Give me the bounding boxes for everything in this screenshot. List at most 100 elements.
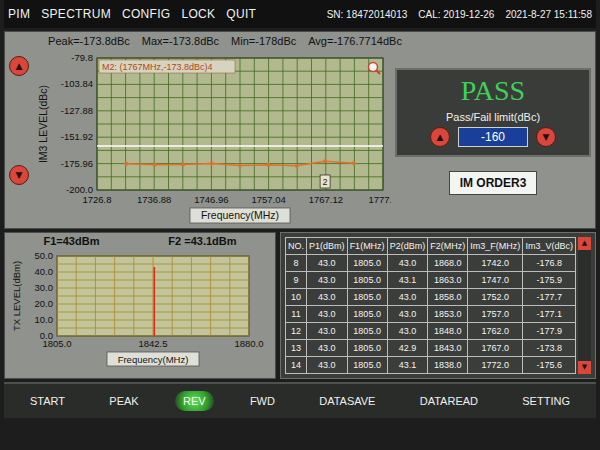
- table-row[interactable]: 843.01805.043.01868.01742.0-176.8: [286, 255, 576, 272]
- tx-panel: F1=43dBmF2 =43.1dBmTX LEVEL(dBm)50.040.0…: [4, 232, 276, 379]
- limit-label: Pass/Fail limit(dBc): [446, 111, 540, 123]
- scale-up-button[interactable]: ▲: [9, 56, 29, 76]
- table-cell: 1848.0: [428, 323, 468, 340]
- table-row[interactable]: 1343.01805.042.91843.01767.0-173.8: [286, 340, 576, 357]
- table-row[interactable]: 1043.01805.043.01858.01752.0-177.7: [286, 289, 576, 306]
- table-row[interactable]: 1243.01805.043.01848.01762.0-177.9: [286, 323, 576, 340]
- table-cell: 43.1: [387, 272, 428, 289]
- table-cell: 10: [286, 289, 307, 306]
- toolbar-button[interactable]: PEAK: [101, 391, 146, 411]
- pim-analyzer-screen: PIM SPECTRUM CONFIG LOCK QUIT SN: 18472014013…: [0, 0, 600, 450]
- x-tick: 1767.12: [309, 194, 343, 205]
- tx-carrier-bar: [154, 267, 156, 336]
- plot-area: [57, 256, 249, 336]
- x-tick: 1880.0: [234, 338, 263, 349]
- table-cell: 1772.0: [468, 357, 523, 374]
- table-cell: 11: [286, 306, 307, 323]
- scale-down-button[interactable]: ▼: [9, 165, 29, 185]
- toolbar-button[interactable]: SETTING: [514, 391, 578, 411]
- marker-badge[interactable]: [320, 175, 330, 188]
- grid-line: [97, 150, 383, 151]
- grid-line: [97, 84, 383, 85]
- table-header: NO.P1(dBm)F1(MHz)P2(dBm)F2(MHz)Im3_F(MHz…: [286, 238, 576, 255]
- table-cell: -175.9: [523, 272, 576, 289]
- menu-item[interactable]: PIM: [8, 7, 30, 21]
- table-cell: 8: [286, 255, 307, 272]
- table-cell: 43.0: [387, 306, 428, 323]
- grid-line: [97, 176, 383, 177]
- im-order-button[interactable]: IM ORDER3: [449, 171, 538, 195]
- table-cell: -176.8: [523, 255, 576, 272]
- limit-field[interactable]: -160: [458, 127, 528, 147]
- scroll-up-button[interactable]: ▲: [578, 237, 591, 250]
- f2-power: F2 =43.1dBm: [168, 235, 236, 250]
- table-row[interactable]: 943.01805.043.11863.01747.0-175.9: [286, 272, 576, 289]
- toolbar-button[interactable]: FWD: [242, 391, 283, 411]
- column-header: F1(MHz): [347, 238, 387, 255]
- table-cell: 43.0: [387, 323, 428, 340]
- table-scrollbar[interactable]: ▲▼: [578, 237, 591, 374]
- grid-line: [57, 336, 249, 337]
- table-row[interactable]: 1143.01805.043.01853.01757.0-177.1: [286, 306, 576, 323]
- table-cell: -173.8: [523, 340, 576, 357]
- scroll-down-button[interactable]: ▼: [578, 361, 591, 374]
- y-tick: 30.0: [35, 282, 54, 293]
- y-tick: -127.88: [61, 105, 93, 116]
- x-tick: 1726.8: [82, 194, 111, 205]
- grid-line: [97, 190, 383, 191]
- toolbar-button[interactable]: REV: [175, 391, 214, 411]
- x-tick: 1842.5: [138, 338, 167, 349]
- scroll-track[interactable]: [578, 250, 591, 361]
- table-cell: 1805.0: [347, 272, 387, 289]
- grid-line: [57, 296, 249, 297]
- limit-up-button[interactable]: ▲: [430, 127, 450, 147]
- table-cell: 1805.0: [347, 323, 387, 340]
- y-tick: -151.92: [61, 131, 93, 142]
- grid-line: [57, 280, 249, 281]
- x-tick: 1777.2: [368, 194, 391, 205]
- limit-down-button[interactable]: ▼: [536, 127, 556, 147]
- grid-line: [97, 58, 383, 59]
- x-axis-label-box: [190, 208, 290, 223]
- column-header: Im3_F(MHz): [468, 238, 523, 255]
- table-row[interactable]: 1443.01805.043.11838.01772.0-175.6: [286, 357, 576, 374]
- table-cell: 43.0: [307, 323, 348, 340]
- grid-line: [97, 137, 383, 138]
- table-cell: 1853.0: [428, 306, 468, 323]
- table-cell: 1863.0: [428, 272, 468, 289]
- toolbar-button[interactable]: DATAREAD: [412, 391, 486, 411]
- im3-chart: IM3 LEVEL(dBc)-79.8-103.84-127.88-151.92…: [35, 50, 391, 225]
- limit-line: [97, 145, 383, 147]
- menu-item[interactable]: LOCK: [181, 7, 215, 21]
- im3-point: [153, 163, 157, 167]
- menu-item[interactable]: QUIT: [226, 7, 256, 21]
- stats-line: Peak=-173.8dBcMax=-173.8dBcMin=-178dBcAv…: [9, 35, 591, 50]
- zoom-icon[interactable]: [369, 63, 381, 75]
- table-cell: 43.0: [307, 357, 348, 374]
- stat-value: Avg=-176.7714dBc: [308, 35, 402, 50]
- serial-number: SN: 18472014013: [327, 9, 408, 20]
- grid-line: [57, 256, 249, 257]
- table-cell: -177.9: [523, 323, 576, 340]
- y-tick: 20.0: [35, 298, 54, 309]
- menu-item[interactable]: SPECTRUM: [41, 7, 111, 21]
- toolbar-button[interactable]: DATASAVE: [311, 391, 383, 411]
- x-tick: 1805.0: [42, 338, 71, 349]
- table-cell: 1762.0: [468, 323, 523, 340]
- plot-area: [97, 58, 383, 190]
- table-cell: 43.0: [307, 340, 348, 357]
- grid-line: [57, 272, 249, 273]
- table-cell: 1742.0: [468, 255, 523, 272]
- menu-item[interactable]: CONFIG: [122, 7, 170, 21]
- table-cell: 1838.0: [428, 357, 468, 374]
- table-cell: 12: [286, 323, 307, 340]
- table-cell: 43.0: [387, 255, 428, 272]
- y-tick: -175.96: [61, 158, 93, 169]
- x-axis-label-box: [107, 352, 199, 366]
- toolbar-button[interactable]: START: [22, 391, 73, 411]
- x-axis-label: Frequency(MHz): [118, 354, 189, 365]
- results-table: NO.P1(dBm)F1(MHz)P2(dBm)F2(MHz)Im3_F(MHz…: [285, 237, 576, 374]
- table-cell: 1752.0: [468, 289, 523, 306]
- column-header: NO.: [286, 238, 307, 255]
- stat-value: Peak=-173.8dBc: [48, 35, 130, 50]
